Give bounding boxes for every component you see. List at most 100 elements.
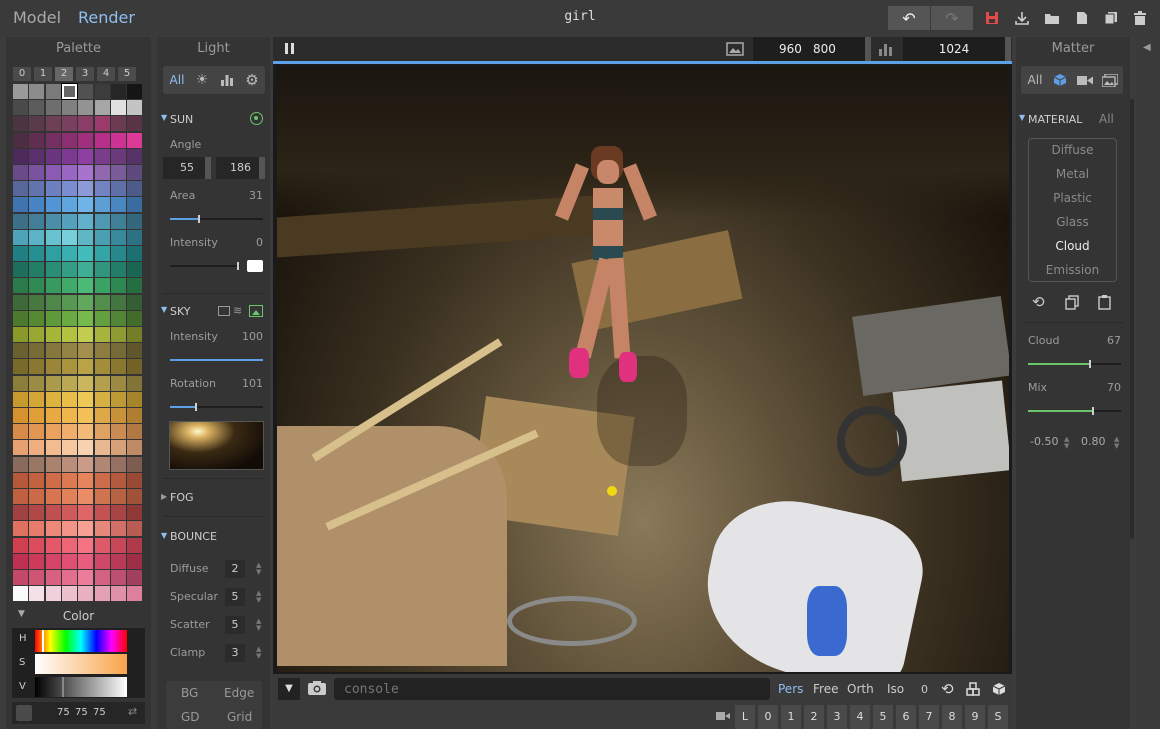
palette-swatch[interactable] [45,327,61,342]
palette-swatch[interactable] [110,327,126,342]
gd-toggle[interactable]: GD [181,710,200,724]
palette-swatch[interactable] [13,489,28,504]
palette-swatch[interactable] [78,586,94,602]
render-viewport[interactable] [273,64,1012,674]
palette-swatch[interactable] [110,116,126,132]
palette-swatch[interactable] [13,229,28,245]
palette-swatch[interactable] [45,181,61,197]
sky-image-icon[interactable] [249,305,263,317]
palette-tab-4[interactable]: 4 [97,67,115,81]
palette-swatch[interactable] [29,165,45,180]
palette-swatch[interactable] [94,521,110,537]
layer-button-5[interactable]: 5 [873,705,893,729]
sky-gradient-icon[interactable]: ≋ [233,304,242,317]
palette-swatch[interactable] [78,327,94,342]
palette-swatch[interactable] [13,456,28,472]
palette-swatch[interactable] [61,278,77,294]
palette-swatch[interactable] [45,570,61,585]
palette-swatch[interactable] [127,553,143,569]
palette-swatch[interactable] [78,100,94,116]
layer-button-7[interactable]: 7 [919,705,939,729]
palette-swatch[interactable] [94,570,110,585]
material-metal[interactable]: Metal [1029,167,1116,181]
view-mode-orth[interactable]: Orth [847,682,874,696]
palette-swatch[interactable] [78,278,94,294]
gear-icon[interactable]: ⚙ [241,66,263,94]
palette-swatch[interactable] [29,537,45,553]
palette-swatch[interactable] [13,116,28,132]
palette-swatch[interactable] [110,213,126,229]
palette-swatch[interactable] [78,375,94,391]
reset-material-icon[interactable]: ⟲ [1032,293,1045,311]
palette-swatch[interactable] [29,84,45,99]
bounce-collapse-icon[interactable]: ▼ [161,531,167,540]
material-all-toggle[interactable]: All [1099,112,1114,126]
hue-slider[interactable] [35,630,127,652]
palette-swatch[interactable] [61,521,77,537]
edge-toggle[interactable]: Edge [224,686,254,700]
palette-swatch[interactable] [110,229,126,245]
palette-swatch[interactable] [127,489,143,504]
palette-swatch[interactable] [29,116,45,132]
palette-swatch[interactable] [61,246,77,261]
layer-button-l[interactable]: L [735,705,755,729]
palette-swatch[interactable] [29,310,45,326]
palette-swatch[interactable] [94,391,110,407]
palette-swatch[interactable] [13,553,28,569]
sky-rotation-slider[interactable] [170,403,263,411]
layer-button-9[interactable]: 9 [965,705,985,729]
palette-swatch[interactable] [78,472,94,488]
palette-swatch[interactable] [110,246,126,261]
palette-swatch[interactable] [13,505,28,521]
palette-swatch[interactable] [127,343,143,359]
palette-swatch[interactable] [78,229,94,245]
palette-swatch[interactable] [61,310,77,326]
range-max-value[interactable]: 0.80 [1081,435,1106,448]
palette-swatch[interactable] [94,456,110,472]
palette-swatch[interactable] [127,148,143,164]
palette-swatch[interactable] [29,408,45,423]
palette-swatch[interactable] [13,521,28,537]
layer-button-8[interactable]: 8 [942,705,962,729]
palette-swatch[interactable] [78,181,94,197]
palette-swatch[interactable] [94,165,110,180]
color-g[interactable]: 75 [75,707,88,718]
palette-swatch[interactable] [29,343,45,359]
palette-swatch[interactable] [45,537,61,553]
palette-swatch[interactable] [94,489,110,504]
palette-swatch[interactable] [110,165,126,180]
palette-swatch[interactable] [110,132,126,148]
palette-swatch[interactable] [78,310,94,326]
palette-swatch[interactable] [45,489,61,504]
palette-swatch[interactable] [13,440,28,456]
palette-swatch[interactable] [61,440,77,456]
camera-filter-icon[interactable] [1074,66,1096,94]
palette-swatch[interactable] [78,132,94,148]
palette-swatch[interactable] [29,489,45,504]
palette-swatch[interactable] [61,472,77,488]
camera-screenshot-button[interactable] [307,680,327,699]
sky-environment-thumbnail[interactable] [169,421,264,470]
palette-swatch[interactable] [78,294,94,310]
palette-swatch[interactable] [13,586,28,602]
view-zero-value[interactable]: 0 [921,683,928,696]
palette-swatch[interactable] [94,132,110,148]
palette-swatch[interactable] [13,246,28,261]
resolution-height[interactable]: 800 [813,42,836,56]
palette-swatch[interactable] [61,213,77,229]
palette-swatch[interactable] [45,456,61,472]
palette-swatch[interactable] [78,456,94,472]
palette-swatch[interactable] [61,359,77,375]
palette-swatch[interactable] [127,229,143,245]
layer-button-2[interactable]: 2 [804,705,824,729]
palette-swatch[interactable] [45,213,61,229]
palette-swatch[interactable] [13,278,28,294]
palette-swatch[interactable] [61,456,77,472]
value-handle[interactable] [62,677,64,697]
palette-swatch[interactable] [45,391,61,407]
resolution-width[interactable]: 960 [779,42,802,56]
palette-swatch[interactable] [78,148,94,164]
sun-angle-a-handle[interactable] [205,157,211,179]
view-mode-pers[interactable]: Pers [778,682,803,696]
palette-swatch[interactable] [127,424,143,440]
